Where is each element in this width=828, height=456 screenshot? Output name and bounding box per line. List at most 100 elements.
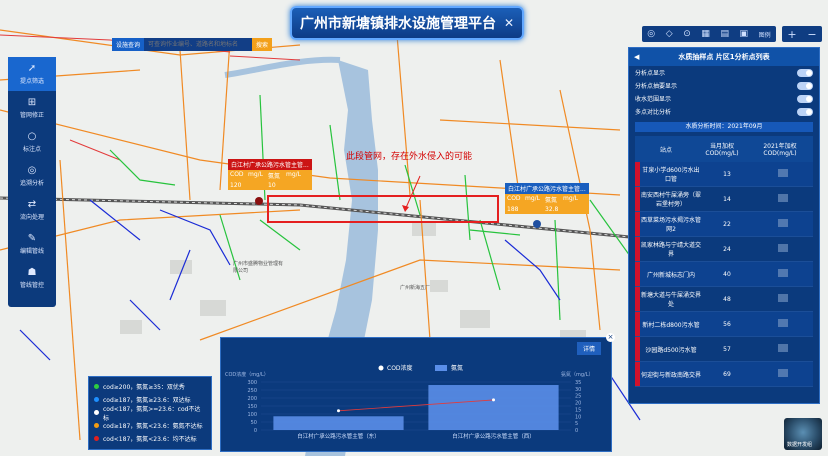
flag-nh-unit: mg/L xyxy=(563,195,579,202)
map-place-label: 广州市盛腾物业管理有限公司 xyxy=(233,261,284,274)
zoom-in-icon[interactable]: + xyxy=(787,28,796,41)
toggle-switch[interactable] xyxy=(797,94,813,103)
row-site: 凯家林路与宁靖大道交界 xyxy=(640,242,701,258)
sidebar-item-mark[interactable]: ○ 标注点 xyxy=(8,125,56,159)
thumbnail-label: 数据开发组 xyxy=(787,442,813,448)
toggle-switch[interactable] xyxy=(797,107,813,116)
legend-dot xyxy=(94,410,99,415)
row-site: 南安西村牛屎涌旁（翠岩堡村旁） xyxy=(640,192,701,208)
col-site: 站点 xyxy=(659,146,672,154)
sample-flag-west[interactable]: 白江村广承公路污水管主管... COD mg/L 氨氮 mg/L 188 32.… xyxy=(505,183,589,214)
flag-cod-value: 120 xyxy=(230,182,242,189)
legend-cod-marker xyxy=(378,365,384,371)
table-row[interactable]: 沙园路d500污水管 57 xyxy=(635,337,813,362)
flag-cod-label: COD xyxy=(230,171,244,178)
flag-numbers: 188 32.8 xyxy=(505,205,589,214)
target-icon: ◎ xyxy=(27,165,37,176)
measure-icon[interactable]: ⊙ xyxy=(683,29,691,39)
col-year-cod: 2021年加权COD(mg/L) xyxy=(763,143,797,157)
grid-icon[interactable]: ▦ xyxy=(701,29,710,39)
table-row[interactable]: 广州新城标志门内 40 xyxy=(635,262,813,287)
y-tick-label: 0 xyxy=(254,428,257,434)
legend-cod-label: COD浓度 xyxy=(387,364,413,372)
row-cod: 69 xyxy=(723,370,731,378)
row-cod: 40 xyxy=(723,270,731,278)
search-input[interactable] xyxy=(144,38,252,51)
row-blur xyxy=(752,194,813,204)
row-cod: 14 xyxy=(723,195,731,203)
detail-button[interactable]: 详情 xyxy=(576,342,601,355)
y2-axis-label: 氨氮（mg/L） xyxy=(561,371,594,378)
row-blur xyxy=(752,269,813,279)
basemap-icon[interactable]: ▣ xyxy=(740,29,749,39)
zoom-out-icon[interactable]: − xyxy=(807,28,816,41)
table-row[interactable]: 南安西村牛屎涌旁（翠岩堡村旁） 14 xyxy=(635,187,813,212)
back-arrow-icon[interactable]: ◀ xyxy=(634,53,639,61)
row-blur xyxy=(752,294,813,304)
sidebar-item-control[interactable]: ☗ 管线管控 xyxy=(8,261,56,295)
legend-dot xyxy=(94,436,99,441)
sidebar-item-filter[interactable]: ➚ 提点筛选 xyxy=(8,57,56,91)
legend-toggle[interactable]: 图例 xyxy=(759,30,771,39)
sidebar-item-pipe-fix[interactable]: ⊞ 管网修正 xyxy=(8,91,56,125)
draw-icon[interactable]: ◇ xyxy=(666,29,673,39)
row-cod: 57 xyxy=(723,345,731,353)
y2-tick-label: 5 xyxy=(575,421,578,427)
sidebar-item-flow[interactable]: ⇄ 流向处理 xyxy=(8,193,56,227)
scene-thumbnail[interactable]: 数据开发组 xyxy=(784,418,822,450)
row-blur xyxy=(752,244,813,254)
flag-values: COD mg/L 氨氮 mg/L xyxy=(228,170,312,181)
flag-title: 白江村广承公路污水管主管... xyxy=(505,183,589,194)
sidebar-item-label: 提点筛选 xyxy=(19,78,44,85)
row-blur xyxy=(752,344,813,354)
col-month-cod: 当月加权COD(mg/L) xyxy=(705,143,739,157)
row-blur xyxy=(752,169,813,179)
panel-title: 水质抽样点 片区1分析点列表 xyxy=(678,53,770,61)
table-row[interactable]: 新塘大道与牛屎涌交界处 48 xyxy=(635,287,813,312)
legend-item: cod<187，氨氮>=23.6：cod不达标 xyxy=(94,405,206,422)
legend-item: cod≥187，氨氮<23.6：氨氮不达标 xyxy=(94,419,206,432)
locate-icon[interactable]: ◎ xyxy=(647,29,655,39)
legend-dot xyxy=(94,423,99,428)
toggle-switch[interactable] xyxy=(797,68,813,77)
y-tick-label: 200 xyxy=(247,396,257,402)
table-row[interactable]: 甘泉小学d600污水出口管 13 xyxy=(635,162,813,187)
month-selector[interactable]: 水质分析时间：2021年09月 xyxy=(635,122,813,132)
row-site: 新村二栋d800污水管 xyxy=(642,321,700,329)
close-icon[interactable]: ✕ xyxy=(504,16,514,30)
table-row[interactable]: 凯家林路与宁靖大道交界 24 xyxy=(635,237,813,262)
flag-cod-unit: mg/L xyxy=(248,171,264,178)
sidebar-item-trace[interactable]: ◎ 追溯分析 xyxy=(8,159,56,193)
toggle-label: 多点对比分析 xyxy=(635,109,672,116)
flag-nh-value: 10 xyxy=(268,182,276,189)
close-icon[interactable]: × xyxy=(606,333,615,342)
y-tick-label: 150 xyxy=(247,404,257,410)
sidebar-item-edit[interactable]: ✎ 编辑管线 xyxy=(8,227,56,261)
y-axis-label: COD浓度（mg/L） xyxy=(225,371,269,378)
flag-cod-unit: mg/L xyxy=(525,195,541,202)
panel-header: ◀ 水质抽样点 片区1分析点列表 xyxy=(629,48,819,66)
search-type-dropdown[interactable]: 设施查询 xyxy=(112,38,145,51)
table-header: 站点 当月加权COD(mg/L) 2021年加权COD(mg/L) xyxy=(635,136,813,162)
sample-flag-east[interactable]: 白江村广承公路污水管主管... COD mg/L 氨氮 mg/L 120 10 xyxy=(228,159,312,190)
toggle-label: 分析点抽要显示 xyxy=(635,83,678,90)
ring-icon: ○ xyxy=(27,131,37,142)
toggle-row: 收水范围显示 xyxy=(629,92,819,105)
page-title: 广州市新塘镇排水设施管理平台 xyxy=(299,15,496,31)
layers-icon[interactable]: ▤ xyxy=(720,29,729,39)
search-button[interactable]: 搜索 xyxy=(251,38,272,51)
x-tick-label: 白江村广承公路污水管主管（东） xyxy=(297,432,380,440)
cod-point xyxy=(492,398,495,402)
edit-icon: ✎ xyxy=(27,233,37,244)
table-row[interactable]: 西草菜场污水揭污水管网2 22 xyxy=(635,212,813,237)
row-blur xyxy=(752,219,813,229)
toggle-row: 分析点显示 xyxy=(629,66,819,79)
table-row[interactable]: 何迎街与新政南路交界 69 xyxy=(635,362,813,387)
legend-label: cod<187，氨氮>=23.6：cod不达标 xyxy=(102,405,201,422)
y2-tick-label: 10 xyxy=(575,414,581,420)
table-body: 甘泉小学d600污水出口管 13 南安西村牛屎涌旁（翠岩堡村旁） 14 西草菜场污水… xyxy=(629,162,819,387)
legend-dot xyxy=(94,384,99,389)
toggle-switch[interactable] xyxy=(797,81,813,90)
table-row[interactable]: 新村二栋d800污水管 56 xyxy=(635,312,813,337)
y-tick-label: 50 xyxy=(251,420,257,426)
